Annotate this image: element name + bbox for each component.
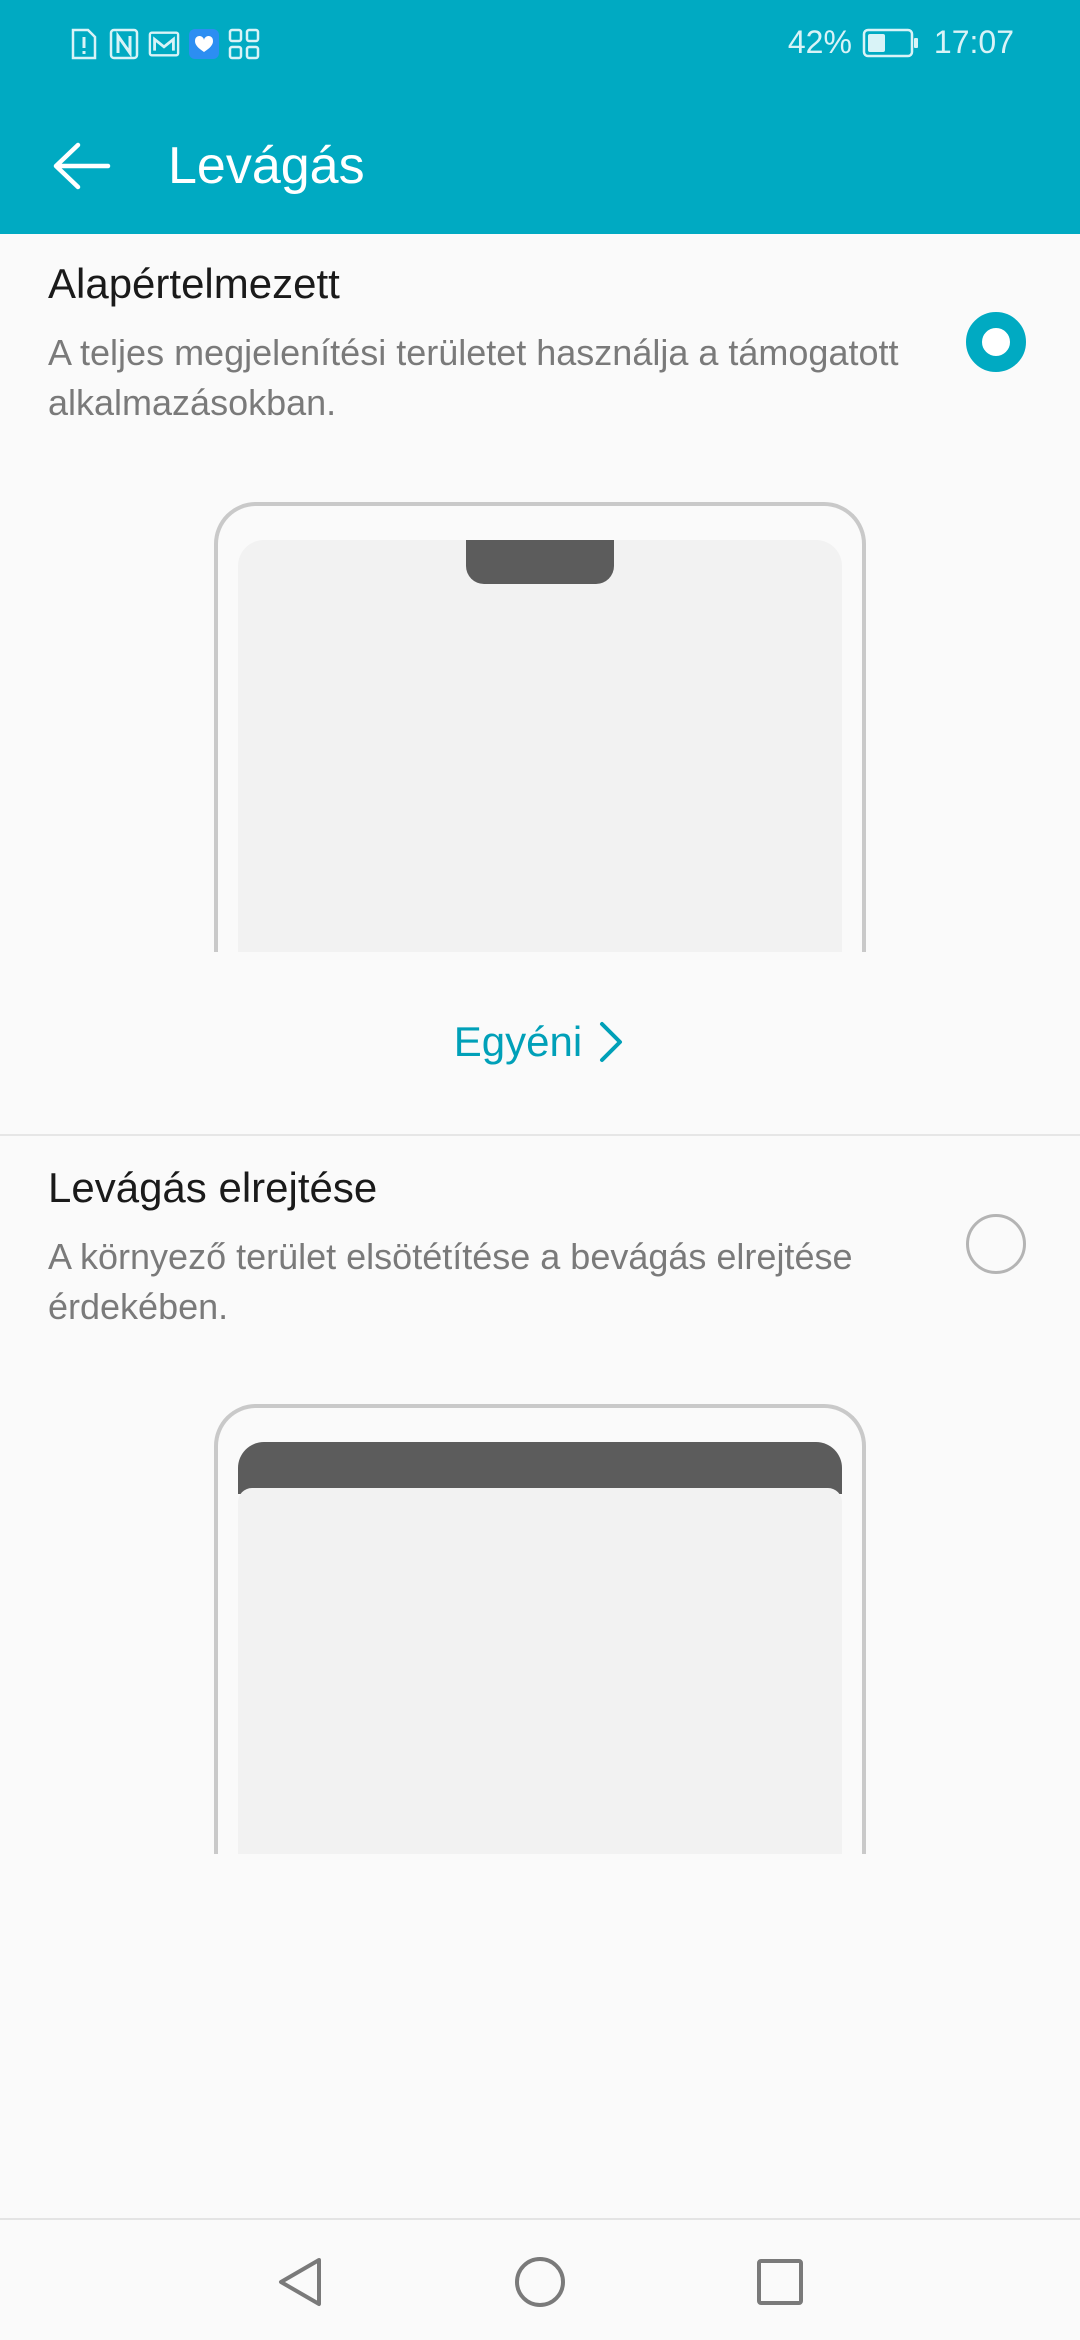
toolbar: Levágás bbox=[0, 110, 1080, 220]
custom-link-label: Egyéni bbox=[453, 1018, 583, 1065]
recents-square-icon bbox=[757, 2259, 803, 2305]
radio-hide-notch[interactable] bbox=[966, 1214, 1026, 1274]
battery-icon bbox=[862, 28, 920, 58]
app-bar: 42% 17:07 Levágás bbox=[0, 0, 1080, 234]
health-app-icon bbox=[188, 26, 220, 62]
nav-back-button[interactable] bbox=[268, 2250, 332, 2314]
illustration-notch-hidden bbox=[214, 1404, 866, 1854]
option-hide-notch[interactable]: Levágás elrejtése A környező terület els… bbox=[0, 1136, 1080, 1856]
option-default[interactable]: Alapértelmezett A teljes megjelenítési t… bbox=[0, 234, 1080, 1134]
status-bar: 42% 17:07 bbox=[0, 0, 1080, 90]
nfc-icon bbox=[108, 26, 140, 62]
custom-link[interactable]: Egyéni bbox=[0, 1018, 1080, 1066]
notification-icons bbox=[68, 26, 260, 62]
phone-screen bbox=[238, 1488, 842, 1854]
apps-grid-icon bbox=[228, 26, 260, 62]
option-title: Alapértelmezett bbox=[48, 260, 340, 307]
gmail-icon bbox=[148, 26, 180, 62]
notch bbox=[466, 540, 614, 584]
nav-home-button[interactable] bbox=[508, 2250, 572, 2314]
option-description: A környező terület elsötétítése a bevágá… bbox=[48, 1236, 853, 1327]
phone-screen bbox=[238, 540, 842, 952]
arrow-left-icon bbox=[53, 142, 111, 190]
illustration-notch-visible bbox=[214, 502, 866, 952]
home-circle-icon bbox=[515, 2257, 565, 2307]
radio-default-selected[interactable] bbox=[966, 312, 1026, 372]
option-title: Levágás elrejtése bbox=[48, 1164, 378, 1211]
back-triangle-icon bbox=[279, 2258, 321, 2306]
battery-percent: 42% bbox=[787, 24, 852, 60]
navigation-bar bbox=[0, 2218, 1080, 2340]
alert-sim-icon bbox=[68, 26, 100, 62]
status-right: 42% 17:07 bbox=[788, 24, 1014, 61]
nav-recents-button[interactable] bbox=[748, 2250, 812, 2314]
chevron-right-icon bbox=[600, 1022, 623, 1062]
option-description: A teljes megjelenítési területet használ… bbox=[48, 332, 899, 423]
clock: 17:07 bbox=[933, 24, 1014, 60]
back-button[interactable] bbox=[46, 130, 118, 202]
page-title: Levágás bbox=[168, 137, 365, 195]
dark-strip bbox=[238, 1442, 842, 1494]
